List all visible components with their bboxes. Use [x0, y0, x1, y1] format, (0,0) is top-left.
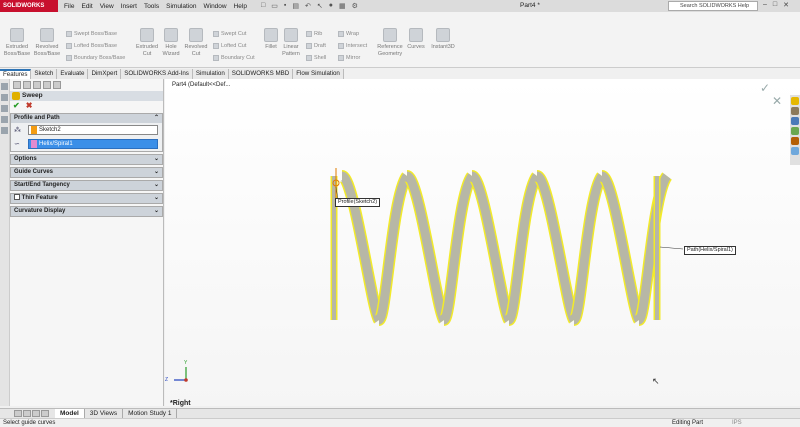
next-tab-icon[interactable] [32, 410, 40, 417]
helix-coil [569, 173, 606, 325]
helix-coil [634, 173, 671, 325]
bottom-tab-bar: Model 3D Views Motion Study 1 [0, 408, 800, 418]
status-bar: Select guide curves Editing Part IPS [0, 418, 800, 427]
view-orientation-label: *Right [170, 400, 191, 407]
triad-z-label: Z [165, 377, 169, 383]
triad-y-label: Y [184, 360, 188, 366]
profile-callout[interactable]: Profile(Sketch2) [335, 198, 381, 207]
reference-triad [174, 367, 188, 382]
path-callout[interactable]: Path(Helix/Spiral1) [684, 246, 736, 255]
appearances-icon[interactable] [791, 137, 799, 145]
view-palette-icon[interactable] [791, 127, 799, 135]
prev-tab-icon[interactable] [23, 410, 31, 417]
swept-helix-body[interactable] [330, 170, 673, 326]
status-hint: Select guide curves [3, 420, 56, 426]
mouse-cursor-icon: ↖ [652, 376, 660, 386]
tab-3d-views[interactable]: 3D Views [85, 409, 124, 418]
file-explorer-icon[interactable] [791, 117, 799, 125]
custom-properties-icon[interactable] [791, 147, 799, 155]
status-units[interactable]: IPS [732, 419, 742, 427]
helix-coil [439, 173, 476, 325]
first-tab-icon[interactable] [14, 410, 22, 417]
helix-coil [374, 173, 411, 325]
last-tab-icon[interactable] [41, 410, 49, 417]
tab-scroll-buttons [14, 410, 49, 417]
tab-model[interactable]: Model [55, 409, 85, 418]
tab-motion-study[interactable]: Motion Study 1 [123, 409, 178, 418]
status-mode: Editing Part [672, 420, 704, 426]
task-pane-tabs [790, 95, 800, 165]
solidworks-resources-icon[interactable] [791, 97, 799, 105]
path-callout-leader [659, 246, 684, 250]
helix-model[interactable] [0, 0, 800, 427]
design-library-icon[interactable] [791, 107, 799, 115]
helix-coil [504, 173, 541, 325]
